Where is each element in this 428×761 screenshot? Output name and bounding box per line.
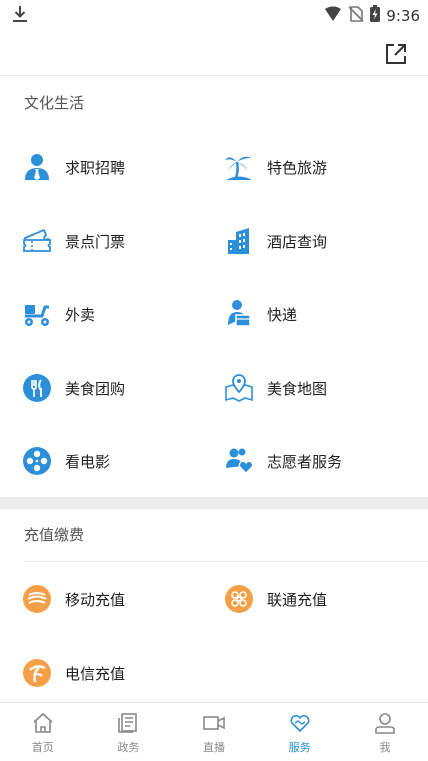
battery-charging-icon: [370, 5, 381, 26]
bottom-nav: 首页 政务 直播 服务 我: [0, 702, 428, 761]
clock: 9:36: [386, 6, 420, 25]
service-volunteer[interactable]: 志愿者服务: [224, 441, 342, 481]
action-bar: [0, 30, 428, 76]
volunteer-heart-icon: [224, 446, 254, 476]
service-telecom-recharge[interactable]: 电信充值: [22, 653, 125, 693]
service-unicom-recharge[interactable]: 联通充值: [224, 579, 327, 619]
download-icon: [12, 5, 28, 27]
service-mobile-recharge[interactable]: 移动充值: [22, 579, 125, 619]
user-icon: [375, 713, 395, 734]
china-mobile-icon: [22, 584, 52, 614]
ticket-icon: [22, 226, 52, 256]
hotel-building-icon: [224, 226, 254, 256]
courier-icon: [224, 299, 254, 329]
heart-handshake-icon: [290, 714, 310, 733]
film-reel-icon: [22, 446, 52, 476]
china-telecom-icon: [22, 658, 52, 688]
service-ticket[interactable]: 景点门票: [22, 221, 125, 261]
china-unicom-icon: [224, 584, 254, 614]
service-movie[interactable]: 看电影: [22, 441, 110, 481]
document-icon: [118, 713, 138, 733]
video-camera-icon: [203, 716, 225, 730]
service-express[interactable]: 快递: [224, 294, 297, 334]
home-icon: [33, 712, 53, 733]
no-sim-icon: [348, 5, 364, 26]
palm-tree-icon: [224, 152, 254, 182]
section-title-culture: 文化生活: [24, 94, 85, 112]
service-travel[interactable]: 特色旅游: [224, 147, 327, 187]
tab-me[interactable]: 我: [342, 703, 428, 761]
service-food-group[interactable]: 美食团购: [22, 368, 125, 408]
tab-services[interactable]: 服务: [257, 703, 343, 761]
map-pin-icon: [224, 373, 254, 403]
scooter-icon: [22, 299, 52, 329]
service-job[interactable]: 求职招聘: [22, 147, 125, 187]
section-divider: [0, 497, 428, 509]
tab-home[interactable]: 首页: [0, 703, 86, 761]
divider: [24, 561, 428, 562]
section-title-recharge: 充值缴费: [24, 526, 85, 544]
service-takeout[interactable]: 外卖: [22, 294, 95, 334]
tab-government[interactable]: 政务: [86, 703, 172, 761]
wifi-icon: [324, 6, 342, 26]
service-hotel[interactable]: 酒店查询: [224, 221, 327, 261]
screen: 9:36 文化生活 求职招聘 特色旅游 景点门票 酒店查询 外卖 快递 美食团购…: [0, 0, 428, 761]
share-button[interactable]: [384, 42, 408, 66]
service-food-map[interactable]: 美食地图: [224, 368, 327, 408]
status-bar: 9:36: [0, 0, 428, 30]
tab-live[interactable]: 直播: [171, 703, 257, 761]
status-icons: 9:36: [324, 5, 420, 26]
fork-knife-icon: [22, 373, 52, 403]
external-link-icon: [386, 44, 406, 64]
person-job-icon: [22, 152, 52, 182]
